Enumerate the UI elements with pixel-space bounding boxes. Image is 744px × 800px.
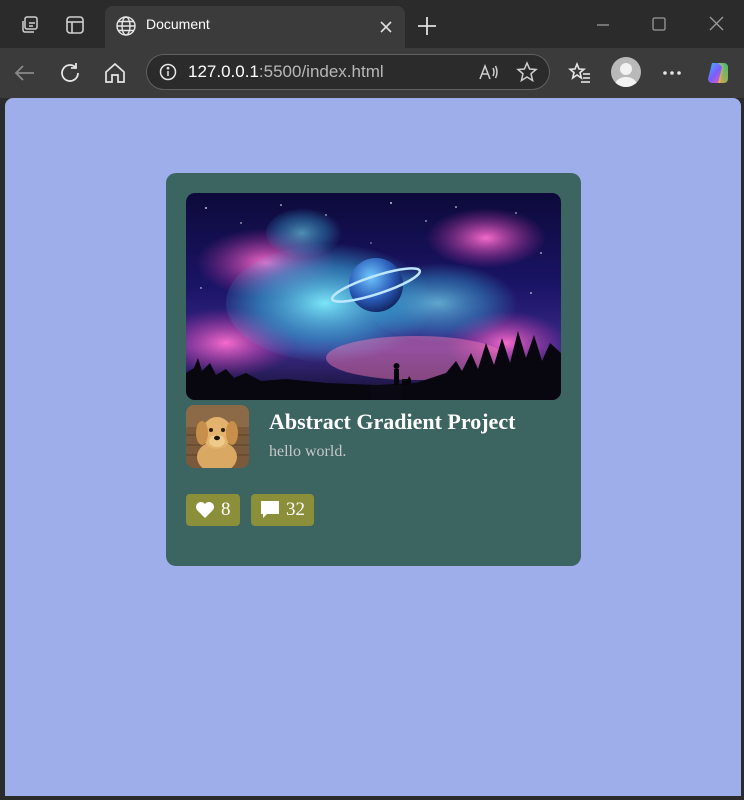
plus-icon[interactable] [413,12,441,40]
globe-icon [116,16,136,36]
url-host: 127.0.0.1 [188,62,259,81]
comment-icon [261,501,279,518]
heart-icon [196,502,214,518]
close-icon[interactable] [376,17,396,37]
card-subtitle: hello world. [269,443,347,460]
card-title: Abstract Gradient Project [269,409,516,434]
read-aloud-icon[interactable] [477,61,499,83]
url-path: :5500/index.html [258,62,384,81]
more-icon [663,71,681,75]
minimize-icon[interactable] [590,12,616,38]
tab-actions-icon[interactable] [61,11,89,39]
like-button[interactable]: 8 [186,494,240,526]
banner-image [186,193,561,400]
avatar [186,405,249,468]
url-text: 127.0.0.1:5500/index.html [188,62,384,82]
copilot-button[interactable] [703,58,733,88]
tab-title: Document [146,16,210,32]
project-card: Abstract Gradient Project hello world. 8… [166,173,581,566]
back-arrow-icon [14,65,34,81]
profile-icon[interactable] [611,57,641,87]
info-icon[interactable] [159,63,177,81]
comment-count: 32 [286,499,305,520]
browser-titlebar: Document [0,0,744,50]
star-icon[interactable] [516,61,538,83]
workspaces-icon[interactable] [16,11,44,39]
favorites-icon [568,61,590,83]
maximize-icon[interactable] [646,12,672,38]
comment-button[interactable]: 32 [251,494,314,526]
window-close-icon[interactable] [704,12,730,38]
home-icon [105,62,125,83]
browser-toolbar: 127.0.0.1:5500/index.html [0,48,744,98]
copilot-icon [708,63,728,83]
page-viewport: Abstract Gradient Project hello world. 8… [5,98,741,796]
favorites-button[interactable] [565,58,595,88]
reload-icon [61,63,79,82]
address-bar[interactable]: 127.0.0.1:5500/index.html [146,54,550,90]
home-button[interactable] [100,58,130,88]
like-count: 8 [221,499,231,520]
back-button[interactable] [10,58,40,88]
more-button[interactable] [657,58,687,88]
tab-document[interactable]: Document [105,6,405,48]
reload-button[interactable] [55,58,85,88]
